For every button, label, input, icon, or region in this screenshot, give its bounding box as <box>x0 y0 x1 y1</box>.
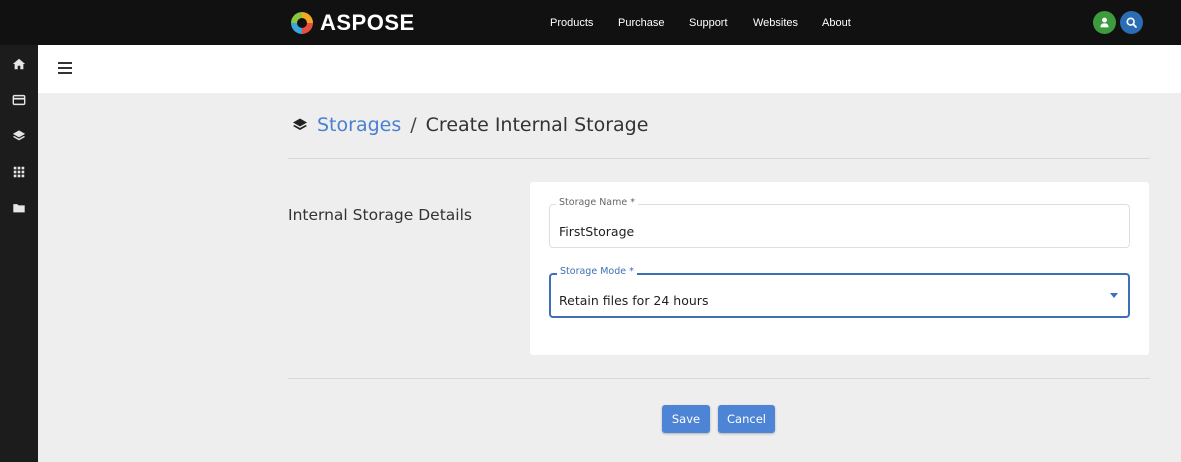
left-sidebar <box>0 45 38 462</box>
breadcrumb-separator: / <box>410 114 417 136</box>
apps-grid-icon[interactable] <box>11 164 27 180</box>
nav-support[interactable]: Support <box>689 17 728 29</box>
home-icon[interactable] <box>11 56 27 72</box>
save-button[interactable]: Save <box>662 405 710 433</box>
page-title: Create Internal Storage <box>425 114 649 136</box>
top-header: ASPOSE Products Purchase Support Website… <box>0 0 1181 45</box>
storage-mode-select[interactable]: Storage Mode * Retain files for 24 hours <box>549 266 1130 318</box>
dropdown-arrow-icon[interactable] <box>1110 293 1118 298</box>
storage-name-field[interactable]: Storage Name * FirstStorage <box>549 197 1130 248</box>
divider-bottom <box>288 378 1150 379</box>
section-title: Internal Storage Details <box>288 206 472 224</box>
aspose-logo[interactable]: ASPOSE <box>289 9 415 36</box>
layers-icon <box>292 117 308 133</box>
form-card: Storage Name * FirstStorage Storage Mode… <box>530 182 1149 355</box>
nav-purchase[interactable]: Purchase <box>618 17 664 29</box>
toolbar <box>38 45 1181 93</box>
storage-name-label: Storage Name * <box>556 197 638 208</box>
nav-products[interactable]: Products <box>550 17 593 29</box>
search-icon <box>1126 17 1137 28</box>
user-button[interactable] <box>1093 11 1116 34</box>
divider-top <box>288 158 1150 159</box>
cancel-button[interactable]: Cancel <box>718 405 775 433</box>
card-icon[interactable] <box>11 92 27 108</box>
storage-mode-value[interactable]: Retain files for 24 hours <box>559 293 708 308</box>
storage-mode-label: Storage Mode * <box>557 266 637 277</box>
nav-websites[interactable]: Websites <box>753 17 798 29</box>
breadcrumb-storages-link[interactable]: Storages <box>317 114 401 136</box>
logo-text: ASPOSE <box>320 9 415 35</box>
hamburger-menu-icon[interactable] <box>58 62 74 76</box>
user-icon <box>1100 17 1109 28</box>
nav-about[interactable]: About <box>822 17 851 29</box>
aspose-logo-icon <box>290 10 314 35</box>
layers-icon[interactable] <box>11 128 27 144</box>
search-button[interactable] <box>1120 11 1143 34</box>
storage-name-value[interactable]: FirstStorage <box>559 224 634 239</box>
breadcrumb: Storages / Create Internal Storage <box>292 113 648 137</box>
folder-icon[interactable] <box>11 200 27 216</box>
